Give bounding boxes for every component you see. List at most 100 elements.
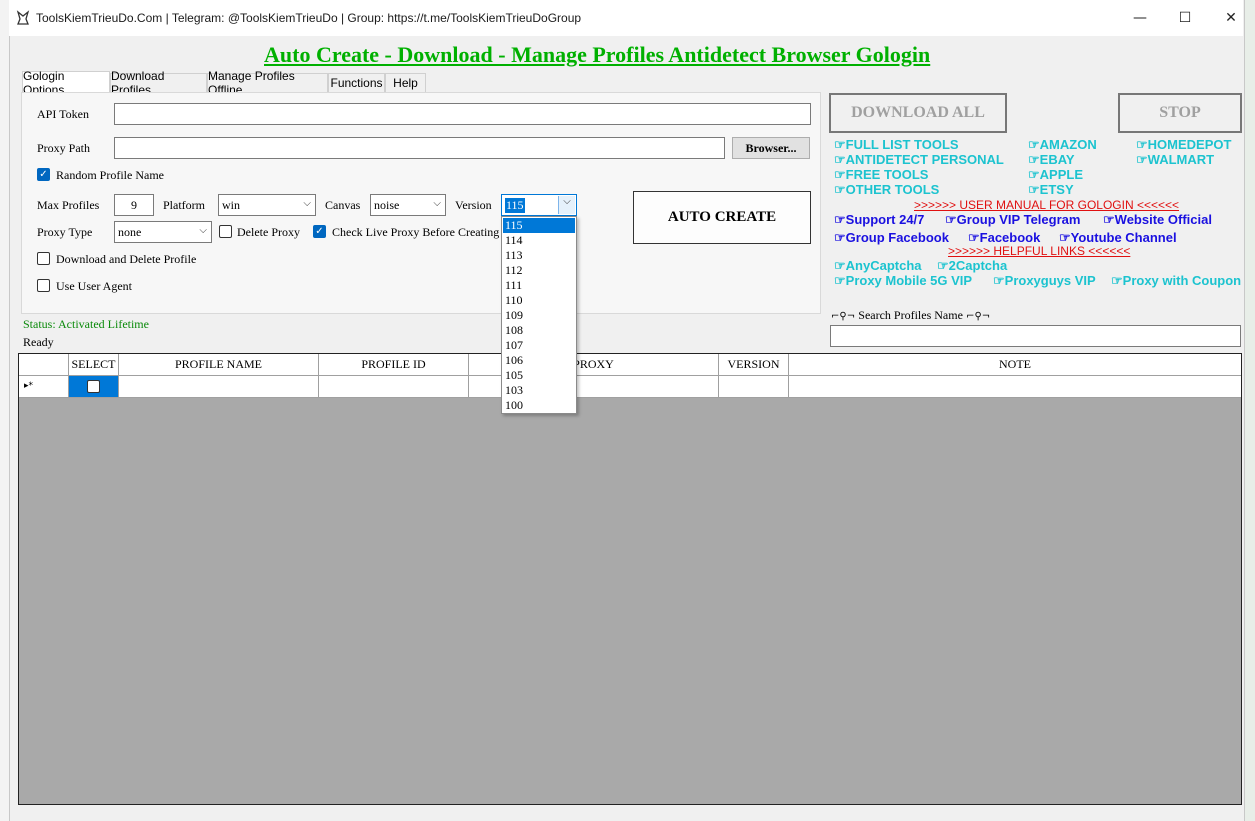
row-select-checkbox[interactable] (87, 380, 100, 393)
auto-create-button[interactable]: AUTO CREATE (633, 191, 811, 244)
link-other-tools[interactable]: ☞OTHER TOOLS (834, 182, 939, 198)
version-option[interactable]: 112 (503, 263, 575, 278)
tab-download-profiles[interactable]: Download Profiles (110, 69, 207, 97)
minimize-button[interactable]: — (1117, 0, 1163, 36)
version-option[interactable]: 108 (503, 323, 575, 338)
link-full-list-tools[interactable]: ☞FULL LIST TOOLS (834, 137, 959, 153)
close-button[interactable]: ✕ (1208, 0, 1254, 36)
platform-select[interactable]: win ⌵ (218, 194, 316, 216)
link-apple[interactable]: ☞APPLE (1028, 167, 1083, 183)
status-activated: Status: Activated Lifetime (23, 317, 149, 331)
status-ready: Ready (23, 335, 54, 349)
link-group-facebook[interactable]: ☞Group Facebook (834, 230, 949, 246)
link-anycaptcha[interactable]: ☞AnyCaptcha (834, 258, 922, 274)
chevron-down-icon: ⌵ (433, 198, 441, 209)
chevron-down-icon[interactable]: ⌵ (558, 196, 575, 214)
window-title: ToolsKiemTrieuDo.Com | Telegram: @ToolsK… (36, 11, 582, 25)
link-group-vip-telegram[interactable]: ☞Group VIP Telegram (945, 212, 1080, 228)
column-header-note[interactable]: NOTE (789, 354, 1241, 376)
max-profiles-label: Max Profiles (37, 198, 100, 212)
tab-functions[interactable]: Functions (328, 73, 385, 92)
tab-gologin-options[interactable]: Gologin Options (22, 69, 110, 97)
link-support[interactable]: ☞Support 24/7 (834, 212, 924, 228)
row-header-new[interactable]: ▸* (19, 376, 69, 398)
download-all-button[interactable]: DOWNLOAD ALL (829, 93, 1007, 133)
random-profile-name-checkbox[interactable]: ✓ (37, 168, 50, 181)
browse-button[interactable]: Browser... (732, 137, 810, 159)
version-select[interactable]: 115 ⌵ (501, 194, 577, 216)
link-antidetect-personal[interactable]: ☞ANTIDETECT PERSONAL (834, 152, 1004, 168)
profiles-grid[interactable]: SELECT PROFILE NAME PROFILE ID PROXY VER… (18, 353, 1242, 805)
canvas-label: Canvas (325, 198, 361, 212)
link-2captcha[interactable]: ☞2Captcha (937, 258, 1007, 274)
profile-name-cell[interactable] (119, 376, 319, 398)
hand-pointer-icon: ☞ (1059, 230, 1071, 245)
delete-proxy-label: Delete Proxy (237, 225, 300, 239)
version-option[interactable]: 110 (503, 293, 575, 308)
hand-pointer-icon: ☞ (1103, 212, 1115, 227)
version-option[interactable]: 114 (503, 233, 575, 248)
hand-pointer-icon: ☞ (834, 258, 846, 273)
version-option[interactable]: 106 (503, 353, 575, 368)
hand-pointer-icon: ☞ (1028, 167, 1040, 182)
column-header-profile-name[interactable]: PROFILE NAME (119, 354, 319, 376)
link-walmart[interactable]: ☞WALMART (1136, 152, 1214, 168)
version-option[interactable]: 115 (503, 218, 575, 233)
hand-pointer-icon: ☞ (968, 230, 980, 245)
column-header-profile-id[interactable]: PROFILE ID (319, 354, 469, 376)
version-option[interactable]: 105 (503, 368, 575, 383)
download-delete-label: Download and Delete Profile (56, 252, 197, 266)
grid-corner-header (19, 354, 69, 376)
hand-pointer-icon: ☞ (1028, 152, 1040, 167)
search-profiles-input[interactable] (830, 325, 1241, 347)
column-header-select[interactable]: SELECT (69, 354, 119, 376)
link-proxyguys-vip[interactable]: ☞Proxyguys VIP (993, 273, 1096, 289)
proxy-path-input[interactable] (114, 137, 725, 159)
link-proxy-mobile-5g[interactable]: ☞Proxy Mobile 5G VIP (834, 273, 972, 289)
note-cell[interactable] (789, 376, 1241, 398)
link-website-official[interactable]: ☞Website Official (1103, 212, 1212, 228)
canvas-select[interactable]: noise ⌵ (370, 194, 446, 216)
link-helpful-links[interactable]: >>>>>> HELPFUL LINKS <<<<<< (948, 244, 1130, 258)
hand-pointer-icon: ☞ (834, 182, 846, 197)
column-header-version[interactable]: VERSION (719, 354, 789, 376)
canvas-value: noise (374, 197, 400, 212)
platform-value: win (222, 197, 240, 212)
maximize-button[interactable]: ☐ (1162, 0, 1208, 36)
link-proxy-with-coupon[interactable]: ☞Proxy with Coupon (1111, 273, 1241, 289)
link-free-tools[interactable]: ☞FREE TOOLS (834, 167, 928, 183)
tab-manage-profiles-offline[interactable]: Manage Profiles Offline (207, 69, 328, 97)
hand-pointer-icon: ☞ (834, 212, 846, 227)
delete-proxy-checkbox[interactable] (219, 225, 232, 238)
link-amazon[interactable]: ☞AMAZON (1028, 137, 1097, 153)
select-cell[interactable] (69, 376, 119, 398)
version-option[interactable]: 107 (503, 338, 575, 353)
check-live-proxy-checkbox[interactable]: ✓ (313, 225, 326, 238)
hand-pointer-icon: ☞ (834, 152, 846, 167)
link-homedepot[interactable]: ☞HOMEDEPOT (1136, 137, 1231, 153)
use-user-agent-checkbox[interactable] (37, 279, 50, 292)
profile-id-cell[interactable] (319, 376, 469, 398)
link-user-manual[interactable]: >>>>>> USER MANUAL FOR GOLOGIN <<<<<< (914, 198, 1179, 212)
tab-help[interactable]: Help (385, 73, 426, 92)
version-option[interactable]: 103 (503, 383, 575, 398)
version-cell[interactable] (719, 376, 789, 398)
proxy-type-label: Proxy Type (37, 225, 93, 239)
use-user-agent-label: Use User Agent (56, 279, 132, 293)
check-live-proxy-label: Check Live Proxy Before Creating P (332, 225, 509, 239)
version-option[interactable]: 109 (503, 308, 575, 323)
hand-pointer-icon: ☞ (834, 167, 846, 182)
hand-pointer-icon: ☞ (834, 230, 846, 245)
max-profiles-input[interactable]: 9 (114, 194, 154, 216)
page-heading[interactable]: Auto Create - Download - Manage Profiles… (264, 42, 930, 68)
version-option[interactable]: 111 (503, 278, 575, 293)
api-token-input[interactable] (114, 103, 811, 125)
download-delete-checkbox[interactable] (37, 252, 50, 265)
version-option[interactable]: 113 (503, 248, 575, 263)
link-ebay[interactable]: ☞EBAY (1028, 152, 1075, 168)
link-etsy[interactable]: ☞ETSY (1028, 182, 1074, 198)
search-icon: ⌐⚲¬ (831, 311, 859, 322)
stop-button[interactable]: STOP (1118, 93, 1242, 133)
proxy-type-select[interactable]: none ⌵ (114, 221, 212, 243)
version-option[interactable]: 100 (503, 398, 575, 413)
